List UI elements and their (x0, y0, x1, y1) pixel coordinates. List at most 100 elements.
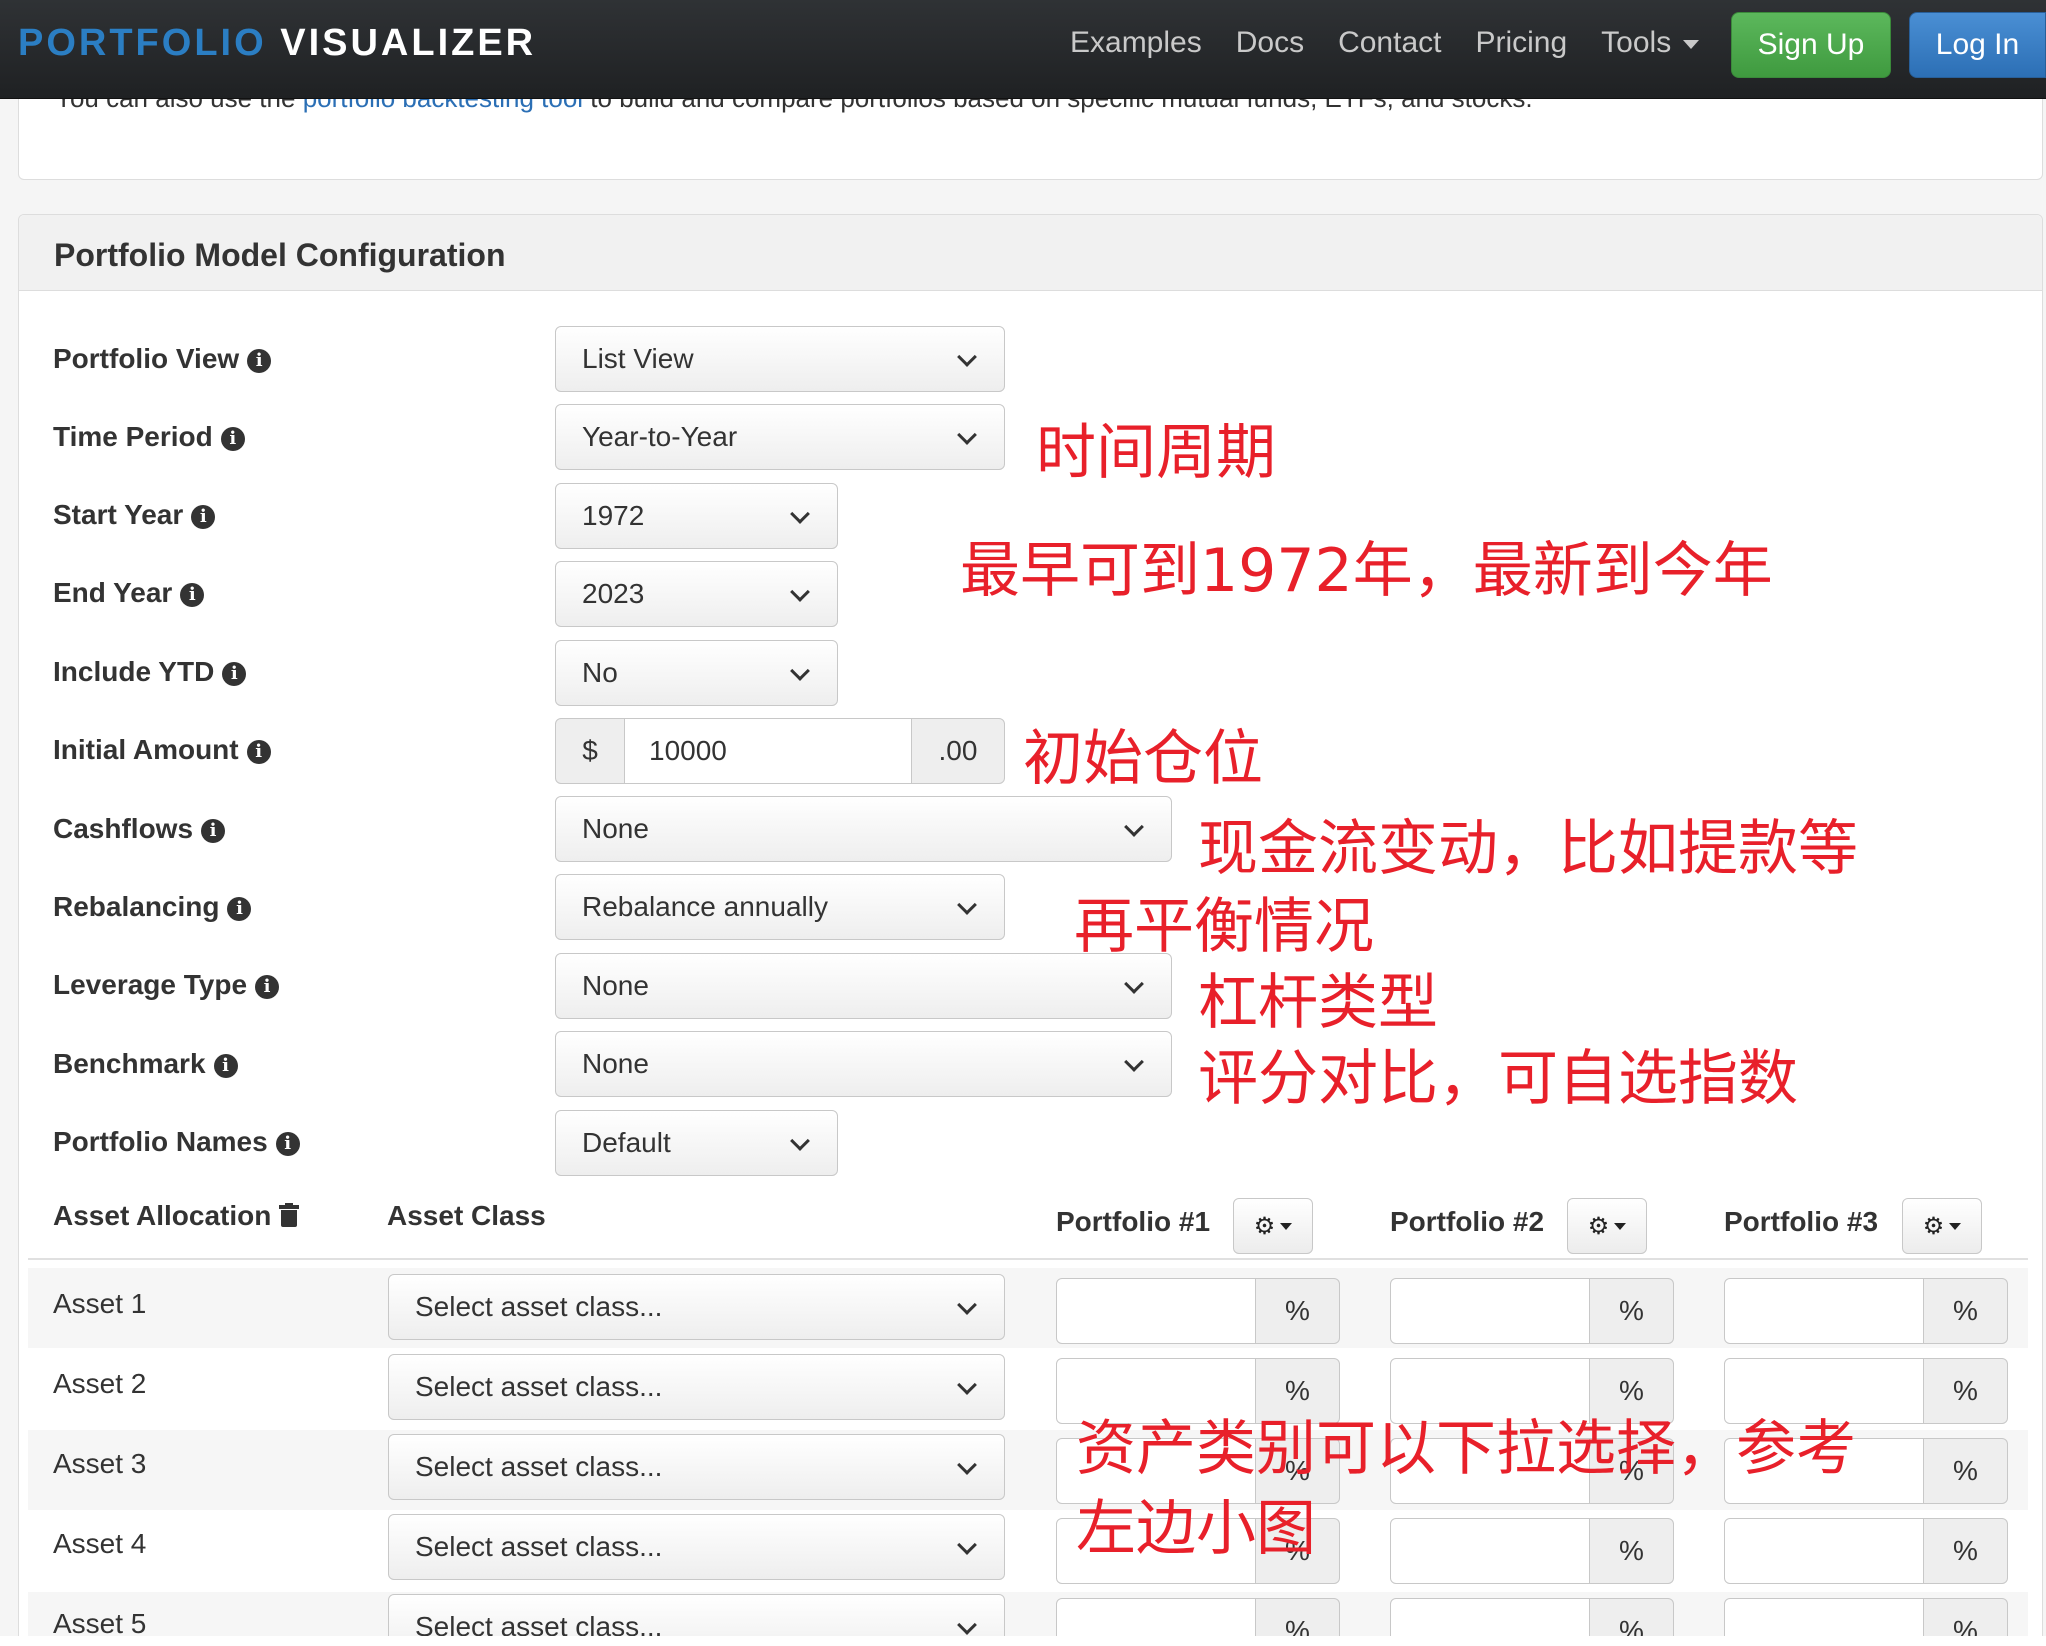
portfolio-3-options-button[interactable]: ⚙ (1902, 1198, 1982, 1254)
portfolio-2-options-button[interactable]: ⚙ (1567, 1198, 1647, 1254)
annotation-asset-line2: 左边小图 (1076, 1494, 1316, 1564)
annotation-benchmark: 评分对比，可自选指数 (1198, 1044, 1798, 1114)
cashflows-select[interactable]: None (555, 796, 1172, 862)
caret-down-icon (1280, 1222, 1293, 1230)
bottom-edge (0, 1636, 2046, 1646)
initial-amount-group: $ 10000 .00 (555, 718, 1005, 784)
info-icon[interactable]: i (255, 974, 280, 999)
rebalancing-select[interactable]: Rebalance annually (555, 874, 1005, 940)
end-year-select[interactable]: 2023 (555, 561, 838, 627)
weight-input[interactable] (1724, 1518, 1924, 1584)
nav-pricing[interactable]: Pricing (1475, 26, 1567, 60)
chevron-down-icon (957, 895, 977, 915)
benchmark-select[interactable]: None (555, 1031, 1172, 1097)
top-navbar: PORTFOLIO VISUALIZER Examples Docs Conta… (0, 0, 2046, 99)
weight-input[interactable] (1724, 1278, 1924, 1344)
portfolio-1-options-button[interactable]: ⚙ (1233, 1198, 1313, 1254)
chevron-down-icon (957, 1455, 977, 1475)
nav-contact[interactable]: Contact (1338, 26, 1441, 60)
label-text: Include YTD (53, 656, 215, 687)
brand-logo[interactable]: PORTFOLIO VISUALIZER (18, 22, 536, 65)
select-value: 2023 (582, 578, 645, 609)
select-value: Select asset class... (415, 1531, 663, 1562)
asset-class-select[interactable]: Select asset class... (388, 1514, 1005, 1580)
asset-class-select[interactable]: Select asset class... (388, 1434, 1005, 1500)
select-value: None (582, 1048, 649, 1079)
label-time-period: Time Period i (53, 421, 245, 453)
table-divider (28, 1258, 2028, 1260)
chevron-down-icon (1124, 1052, 1144, 1072)
portfolio-view-select[interactable]: List View (555, 326, 1005, 392)
asset-label: Asset 3 (53, 1448, 147, 1479)
info-icon[interactable]: i (180, 582, 205, 607)
caret-down-icon (1614, 1222, 1627, 1230)
label-text: Portfolio Names (53, 1126, 268, 1157)
select-value: Default (582, 1127, 671, 1158)
caret-down-icon (1683, 39, 1700, 49)
portfolio-1-weight: % (1056, 1278, 1340, 1344)
portfolio-2-weight: % (1390, 1278, 1674, 1344)
sign-up-button[interactable]: Sign Up (1731, 12, 1891, 78)
chevron-down-icon (790, 661, 810, 681)
chevron-down-icon (790, 1131, 810, 1151)
portfolio-names-select[interactable]: Default (555, 1110, 838, 1176)
nav-links: Examples Docs Contact Pricing Tools (1070, 26, 1733, 60)
annotation-rebalance: 再平衡情况 (1074, 892, 1374, 962)
asset-allocation-header: Asset Allocation (53, 1200, 300, 1232)
info-icon[interactable]: i (220, 426, 245, 451)
info-icon[interactable]: i (222, 661, 247, 686)
log-in-button[interactable]: Log In (1909, 12, 2046, 78)
select-value: None (582, 813, 649, 844)
include-ytd-select[interactable]: No (555, 640, 838, 706)
percent-addon: % (1256, 1278, 1340, 1344)
trash-icon[interactable] (279, 1203, 300, 1227)
percent-addon: % (1924, 1278, 2008, 1344)
nav-tools-dropdown[interactable]: Tools (1601, 26, 1700, 60)
weight-input[interactable] (1390, 1518, 1590, 1584)
info-icon[interactable]: i (191, 504, 216, 529)
nav-examples[interactable]: Examples (1070, 26, 1202, 60)
label-initial-amount: Initial Amount i (53, 734, 271, 766)
annotation-time-period: 时间周期 (1036, 418, 1276, 488)
weight-input[interactable] (1056, 1278, 1256, 1344)
annotation-cashflow: 现金流变动，比如提款等 (1198, 814, 1858, 884)
label-benchmark: Benchmark i (53, 1048, 238, 1080)
annotation-asset-line1: 资产类别可以下拉选择，参考 (1076, 1414, 1856, 1484)
info-icon[interactable]: i (201, 818, 226, 843)
info-icon[interactable]: i (275, 1131, 300, 1156)
info-icon[interactable]: i (213, 1053, 238, 1078)
label-text: Time Period (53, 421, 213, 452)
asset-label: Asset 1 (53, 1288, 147, 1319)
time-period-select[interactable]: Year-to-Year (555, 404, 1005, 470)
weight-input[interactable] (1390, 1278, 1590, 1344)
nav-docs[interactable]: Docs (1236, 26, 1304, 60)
caret-down-icon (1949, 1222, 1962, 1230)
select-value: Select asset class... (415, 1371, 663, 1402)
select-value: Select asset class... (415, 1451, 663, 1482)
label-portfolio-view: Portfolio View i (53, 343, 272, 375)
label-start-year: Start Year i (53, 499, 216, 531)
chevron-down-icon (957, 1295, 977, 1315)
panel-title: Portfolio Model Configuration (54, 237, 506, 273)
gear-icon: ⚙ (1587, 1212, 1610, 1240)
select-value: Select asset class... (415, 1291, 663, 1322)
label-text: Benchmark (53, 1048, 206, 1079)
portfolio-2-header: Portfolio #2 (1390, 1206, 1545, 1237)
start-year-select[interactable]: 1972 (555, 483, 838, 549)
percent-addon: % (1590, 1278, 1674, 1344)
label-text: End Year (53, 577, 173, 608)
label-text: Start Year (53, 499, 184, 530)
info-icon[interactable]: i (246, 739, 271, 764)
chevron-down-icon (957, 1375, 977, 1395)
asset-class-select[interactable]: Select asset class... (388, 1274, 1005, 1340)
asset-class-select[interactable]: Select asset class... (388, 1354, 1005, 1420)
brand-visualizer: VISUALIZER (280, 22, 537, 64)
chevron-down-icon (1124, 817, 1144, 837)
info-icon[interactable]: i (247, 348, 272, 373)
info-icon[interactable]: i (227, 896, 252, 921)
annotation-initial: 初始仓位 (1023, 724, 1263, 794)
initial-amount-input[interactable]: 10000 (625, 718, 911, 784)
portfolio-2-weight: % (1390, 1518, 1674, 1584)
brand-portfolio: PORTFOLIO (18, 22, 267, 64)
gear-icon: ⚙ (1253, 1212, 1276, 1240)
